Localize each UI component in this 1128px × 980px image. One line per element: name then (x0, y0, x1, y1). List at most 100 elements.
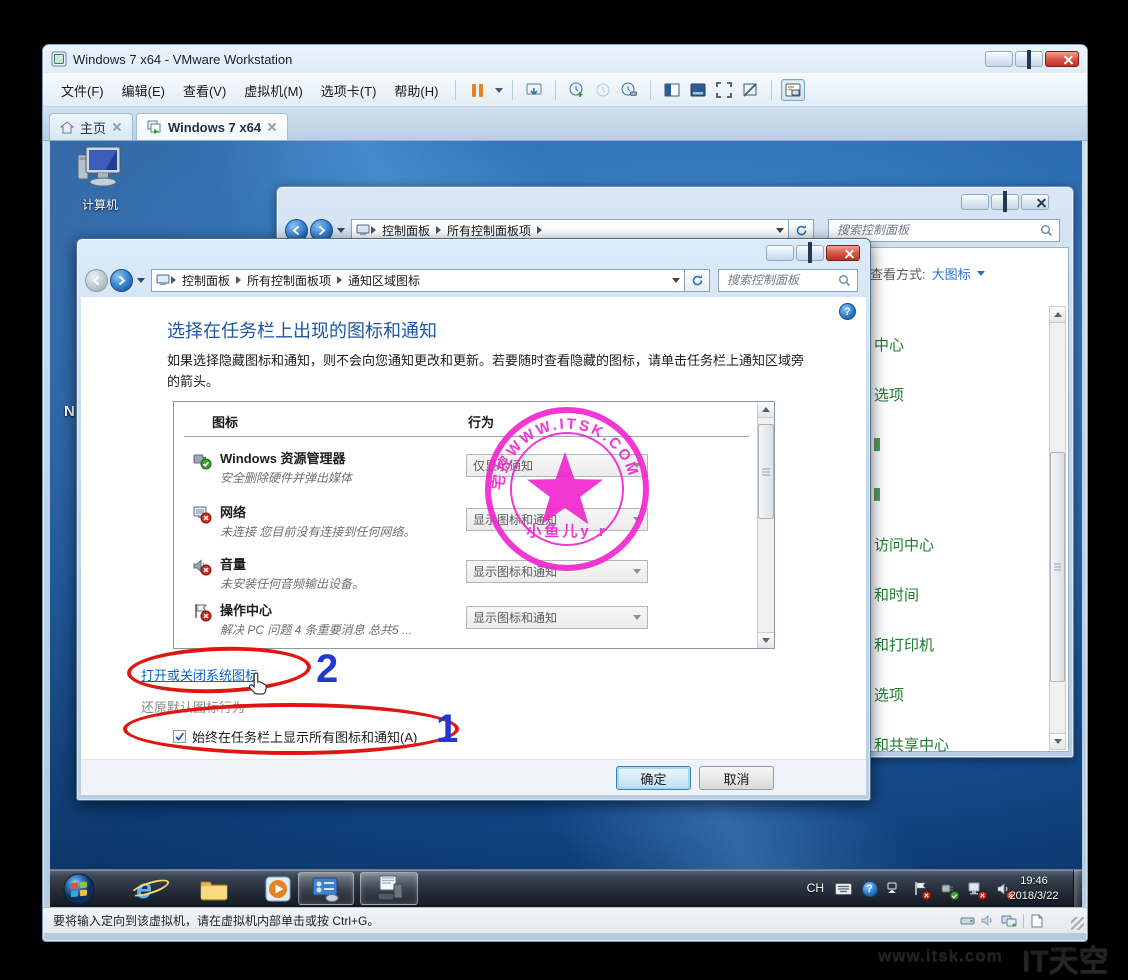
menu-tabs[interactable]: 选项卡(T) (313, 77, 385, 104)
resize-grip[interactable] (1071, 917, 1084, 930)
cp-item-partial-7[interactable]: 和共享中心 (874, 734, 949, 755)
cp-item-partial-3[interactable]: 访问中心 (874, 534, 934, 555)
page-watermark-brand: IT天空 (1022, 936, 1109, 980)
cp-history-dropdown-icon[interactable] (337, 228, 345, 233)
cancel-button[interactable]: 取消 (699, 766, 774, 790)
cp-item-partial-4[interactable]: 和时间 (874, 584, 919, 605)
tab-home[interactable]: 主页 (49, 113, 133, 140)
start-button[interactable] (60, 872, 98, 905)
revert-snapshot-button[interactable] (591, 79, 615, 101)
list-scroll-down-icon[interactable] (758, 632, 774, 648)
cp-item-partial-fragment-1[interactable] (874, 438, 880, 451)
dialog-crumb-all-items[interactable]: 所有控制面板项 (242, 272, 336, 289)
tray-action-center-icon[interactable] (911, 880, 928, 897)
tab-home-close-icon[interactable] (112, 122, 122, 132)
menu-vm[interactable]: 虚拟机(M) (236, 77, 311, 104)
tab-vm-close-icon[interactable] (267, 122, 277, 132)
dialog-maximize-button[interactable] (796, 245, 824, 261)
computer-icon (74, 145, 126, 191)
row-name: 音量 (220, 554, 364, 573)
taskbar-control-panel-button[interactable] (298, 872, 354, 905)
dialog-crumb-control-panel[interactable]: 控制面板 (177, 272, 235, 289)
status-harddisk-icon[interactable] (960, 914, 975, 927)
tray-clock[interactable]: 19:46 2018/3/22 (998, 874, 1070, 904)
menu-view[interactable]: 查看(V) (175, 77, 234, 104)
behavior-select-action-center[interactable]: 显示图标和通知 (466, 606, 648, 629)
usb-eject-icon (192, 450, 212, 475)
annotation-number-1: 1 (436, 709, 458, 749)
cp-scroll-up-icon[interactable] (1050, 307, 1065, 323)
list-scrollbar[interactable] (757, 402, 774, 648)
cp-view-mode-value[interactable]: 大图标 (932, 264, 971, 283)
taskbar-wmp-button[interactable] (256, 872, 300, 905)
pause-dropdown-icon[interactable] (495, 88, 503, 93)
ok-button[interactable]: 确定 (616, 766, 691, 790)
dialog-search-input[interactable] (725, 272, 838, 288)
minimize-button[interactable] (985, 51, 1013, 67)
dialog-search-box[interactable] (718, 269, 858, 292)
cp-crumb-control-panel[interactable]: 控制面板 (377, 222, 435, 239)
folder-icon (199, 877, 229, 901)
taskbar-computer-button[interactable] (360, 872, 418, 905)
cp-scroll-thumb[interactable] (1050, 452, 1065, 682)
dialog-back-button[interactable] (85, 269, 108, 292)
take-snapshot-button[interactable] (565, 79, 589, 101)
tray-usb-icon[interactable] (939, 880, 956, 897)
fullscreen-button[interactable] (712, 79, 736, 101)
show-library-button[interactable] (660, 79, 684, 101)
cp-search-input[interactable] (835, 222, 1040, 238)
cp-view-mode[interactable]: 查看方式: 大图标 (870, 264, 985, 283)
tray-show-hidden-icons[interactable] (883, 880, 900, 897)
dialog-refresh-button[interactable] (685, 269, 710, 292)
cp-scroll-down-icon[interactable] (1050, 733, 1065, 749)
annotation-circle-checkbox (123, 703, 459, 755)
cp-address-dropdown-icon[interactable] (776, 228, 784, 233)
tray-network-icon[interactable] (967, 880, 984, 897)
unity-mode-button[interactable] (738, 79, 762, 101)
list-scroll-up-icon[interactable] (758, 402, 774, 418)
list-scroll-thumb[interactable] (758, 424, 774, 519)
status-message-log-icon[interactable] (1030, 914, 1043, 928)
taskbar-ie-button[interactable]: e (122, 872, 166, 905)
cp-crumb-all-items[interactable]: 所有控制面板项 (442, 222, 536, 239)
tray-language-indicator[interactable]: CH (807, 881, 824, 895)
tray-help-icon[interactable]: ? (861, 880, 878, 897)
send-ctrl-alt-del-button[interactable] (522, 79, 546, 101)
tray-keyboard-icon[interactable] (835, 880, 852, 897)
cp-scrollbar[interactable] (1049, 306, 1066, 750)
status-sound-icon[interactable] (981, 914, 995, 927)
tab-vm-windows7[interactable]: Windows 7 x64 (136, 113, 288, 140)
console-view-button[interactable] (686, 79, 710, 101)
thumbnail-bar-toggle-button[interactable] (781, 79, 805, 101)
desktop-icon-computer[interactable]: 计算机 (58, 145, 142, 213)
vm-running-icon (147, 120, 162, 134)
dialog-address-dropdown-icon[interactable] (672, 278, 680, 283)
pause-vm-button[interactable] (465, 79, 489, 101)
menu-help[interactable]: 帮助(H) (386, 77, 446, 104)
action-center-alert-badge (922, 891, 931, 900)
cp-maximize-button[interactable] (991, 194, 1019, 210)
cp-close-button[interactable] (1021, 194, 1049, 210)
win7-taskbar: e (50, 869, 1082, 907)
help-icon[interactable]: ? (839, 303, 856, 320)
dialog-close-button[interactable] (826, 245, 860, 261)
cp-item-partial-fragment-2[interactable] (874, 488, 880, 501)
menu-file[interactable]: 文件(F) (53, 77, 112, 104)
dialog-forward-button[interactable] (110, 269, 133, 292)
cp-minimize-button[interactable] (961, 194, 989, 210)
cp-item-partial-5[interactable]: 和打印机 (874, 634, 934, 655)
cp-item-partial-1[interactable]: 中心 (874, 334, 904, 355)
dialog-crumb-notification-icons[interactable]: 通知区域图标 (343, 272, 425, 289)
maximize-button[interactable] (1015, 51, 1043, 67)
status-network-adapter-icon[interactable] (1001, 914, 1017, 927)
menu-edit[interactable]: 编辑(E) (114, 77, 173, 104)
taskbar-explorer-button[interactable] (192, 872, 236, 905)
manage-snapshots-button[interactable] (617, 79, 641, 101)
cp-item-partial-6[interactable]: 选项 (874, 684, 904, 705)
dialog-breadcrumb[interactable]: 控制面板 所有控制面板项 通知区域图标 (151, 269, 685, 292)
show-desktop-button[interactable] (1073, 870, 1082, 907)
dialog-minimize-button[interactable] (766, 245, 794, 261)
close-button[interactable] (1045, 51, 1079, 67)
cp-item-partial-2[interactable]: 选项 (874, 384, 904, 405)
dialog-history-dropdown-icon[interactable] (137, 278, 145, 283)
